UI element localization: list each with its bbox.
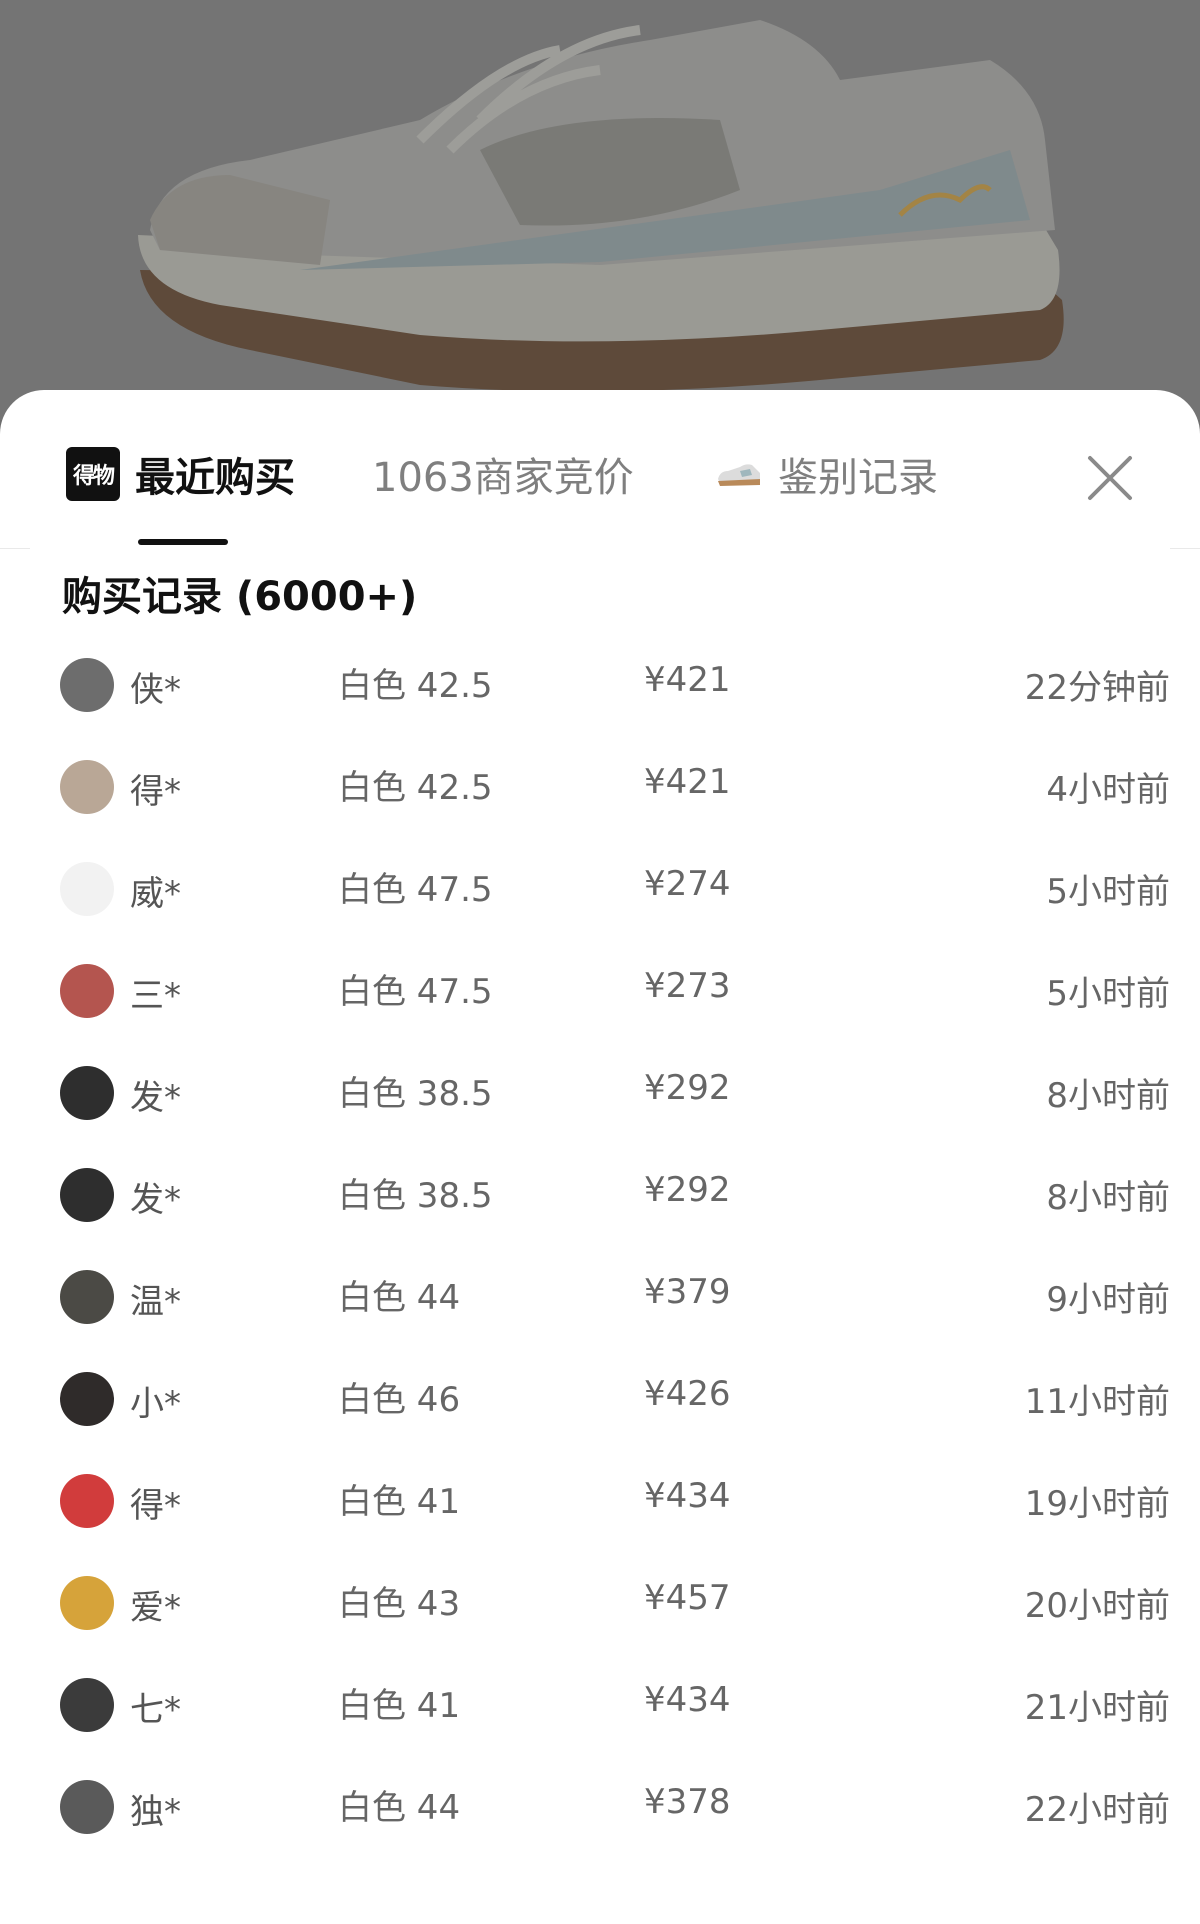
purchase-list: 购买记录 (6000+) 侠* 白色 42.5 ¥421 22分钟前得* 白色 42.5…: [30, 548, 1170, 1924]
purchase-row: 温* 白色 44 ¥379 9小时前: [30, 1260, 1170, 1362]
buyer-name: 温*: [130, 1282, 181, 1322]
tab-appraisal-label: 鉴别记录: [778, 455, 938, 501]
avatar: [60, 862, 114, 916]
purchase-row: 侠* 白色 42.5 ¥421 22分钟前: [30, 648, 1170, 750]
purchase-row: 七* 白色 41 ¥434 21小时前: [30, 1668, 1170, 1770]
purchase-time: 21小时前: [1024, 1688, 1170, 1728]
purchased-spec: 白色 44: [338, 1278, 461, 1318]
purchase-price: ¥434: [644, 1476, 731, 1516]
close-icon: [1088, 456, 1132, 500]
tab-seller-bids[interactable]: 1063商家竞价: [372, 444, 634, 504]
active-tab-indicator: [138, 539, 228, 545]
dewu-logo-icon: 得物: [66, 447, 120, 501]
tab-recent-label: 最近购买: [135, 455, 295, 501]
sneaker-illustration: [138, 20, 1064, 392]
buyer-name: 三*: [130, 976, 181, 1016]
purchase-time: 8小时前: [1046, 1076, 1170, 1116]
purchased-spec: 白色 46: [338, 1380, 461, 1420]
purchase-price: ¥292: [644, 1068, 731, 1108]
purchase-time: 9小时前: [1046, 1280, 1170, 1320]
purchase-price: ¥434: [644, 1680, 731, 1720]
purchase-price: ¥292: [644, 1170, 731, 1210]
tab-recent-purchases[interactable]: 得物 最近购买: [66, 444, 295, 504]
purchase-price: ¥426: [644, 1374, 731, 1414]
purchase-price: ¥457: [644, 1578, 731, 1618]
avatar: [60, 964, 114, 1018]
close-button[interactable]: [1080, 448, 1140, 508]
buyer-name: 得*: [130, 772, 181, 812]
purchase-time: 20小时前: [1024, 1586, 1170, 1626]
tab-seller-bids-label: 1063商家竞价: [372, 455, 634, 501]
purchase-price: ¥421: [644, 762, 731, 802]
avatar: [60, 658, 114, 712]
avatar: [60, 1270, 114, 1324]
purchase-row: 威* 白色 47.5 ¥274 5小时前: [30, 852, 1170, 954]
buyer-name: 发*: [130, 1078, 181, 1118]
purchase-row: 得* 白色 41 ¥434 19小时前: [30, 1464, 1170, 1566]
purchase-time: 22小时前: [1024, 1790, 1170, 1830]
avatar: [60, 1474, 114, 1528]
purchase-rows: 侠* 白色 42.5 ¥421 22分钟前得* 白色 42.5 ¥421 4小时前威* 白色 …: [30, 648, 1170, 1872]
sneaker-icon: [718, 464, 760, 486]
buyer-name: 发*: [130, 1180, 181, 1220]
avatar: [60, 1780, 114, 1834]
purchase-time: 22分钟前: [1024, 668, 1170, 708]
purchase-row: 得* 白色 42.5 ¥421 4小时前: [30, 750, 1170, 852]
purchase-records-sheet: 得物 最近购买 1063商家竞价 鉴别记录 购买记录 (6000+) 侠* 白色 …: [0, 390, 1200, 1924]
purchase-row: 发* 白色 38.5 ¥292 8小时前: [30, 1158, 1170, 1260]
purchased-spec: 白色 43: [338, 1584, 461, 1624]
avatar: [60, 1678, 114, 1732]
avatar: [60, 760, 114, 814]
avatar: [60, 1066, 114, 1120]
purchase-time: 8小时前: [1046, 1178, 1170, 1218]
purchase-row: 爱* 白色 43 ¥457 20小时前: [30, 1566, 1170, 1668]
purchase-time: 5小时前: [1046, 974, 1170, 1014]
tab-bar: 得物 最近购买 1063商家竞价 鉴别记录: [0, 390, 1200, 549]
buyer-name: 得*: [130, 1486, 181, 1526]
tab-appraisal-records[interactable]: 鉴别记录: [716, 444, 938, 504]
buyer-name: 小*: [130, 1384, 181, 1424]
purchase-row: 发* 白色 38.5 ¥292 8小时前: [30, 1056, 1170, 1158]
purchased-spec: 白色 47.5: [338, 972, 493, 1012]
buyer-name: 威*: [130, 874, 181, 914]
product-image: [0, 0, 1200, 420]
avatar: [60, 1576, 114, 1630]
purchase-price: ¥378: [644, 1782, 731, 1822]
list-title: 购买记录 (6000+): [62, 574, 418, 620]
purchase-price: ¥273: [644, 966, 731, 1006]
purchased-spec: 白色 41: [338, 1482, 461, 1522]
purchase-price: ¥274: [644, 864, 731, 904]
purchase-price: ¥379: [644, 1272, 731, 1312]
purchased-spec: 白色 38.5: [338, 1074, 493, 1114]
purchase-time: 11小时前: [1024, 1382, 1170, 1422]
purchase-time: 19小时前: [1024, 1484, 1170, 1524]
purchase-row: 小* 白色 46 ¥426 11小时前: [30, 1362, 1170, 1464]
purchase-row: 三* 白色 47.5 ¥273 5小时前: [30, 954, 1170, 1056]
purchased-spec: 白色 47.5: [338, 870, 493, 910]
avatar: [60, 1372, 114, 1426]
buyer-name: 爱*: [130, 1588, 181, 1628]
buyer-name: 七*: [130, 1690, 181, 1730]
purchase-time: 5小时前: [1046, 872, 1170, 912]
purchased-spec: 白色 41: [338, 1686, 461, 1726]
avatar: [60, 1168, 114, 1222]
purchase-time: 4小时前: [1046, 770, 1170, 810]
purchase-price: ¥421: [644, 660, 731, 700]
purchased-spec: 白色 42.5: [338, 666, 493, 706]
purchased-spec: 白色 38.5: [338, 1176, 493, 1216]
buyer-name: 独*: [130, 1792, 181, 1832]
purchased-spec: 白色 42.5: [338, 768, 493, 808]
purchased-spec: 白色 44: [338, 1788, 461, 1828]
buyer-name: 侠*: [130, 670, 181, 710]
purchase-row: 独* 白色 44 ¥378 22小时前: [30, 1770, 1170, 1872]
